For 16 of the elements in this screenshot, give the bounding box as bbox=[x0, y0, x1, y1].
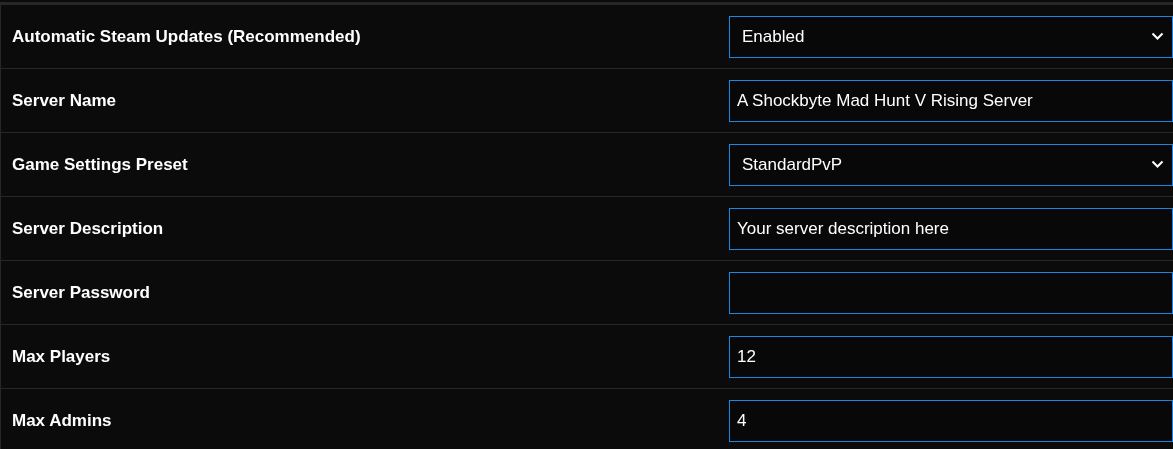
setting-label: Server Password bbox=[11, 282, 151, 303]
input-field[interactable]: 4 bbox=[729, 399, 1173, 442]
input-field[interactable] bbox=[729, 271, 1173, 314]
chevron-down-icon bbox=[1151, 32, 1164, 41]
setting-label: Max Admins bbox=[11, 410, 113, 431]
input-field[interactable]: A Shockbyte Mad Hunt V Rising Server bbox=[729, 79, 1173, 122]
setting-label: Automatic Steam Updates (Recommended) bbox=[11, 26, 362, 47]
dropdown[interactable]: Enabled bbox=[729, 15, 1173, 58]
input-field[interactable]: 12 bbox=[729, 335, 1173, 378]
chevron-down-icon bbox=[1151, 160, 1164, 169]
setting-label: Game Settings Preset bbox=[11, 154, 189, 175]
input-field[interactable]: Your server description here bbox=[729, 207, 1173, 250]
setting-label: Max Players bbox=[11, 346, 112, 367]
setting-label: Server Name bbox=[11, 90, 117, 111]
setting-label: Server Description bbox=[11, 218, 165, 239]
dropdown[interactable]: StandardPvP bbox=[729, 143, 1173, 186]
